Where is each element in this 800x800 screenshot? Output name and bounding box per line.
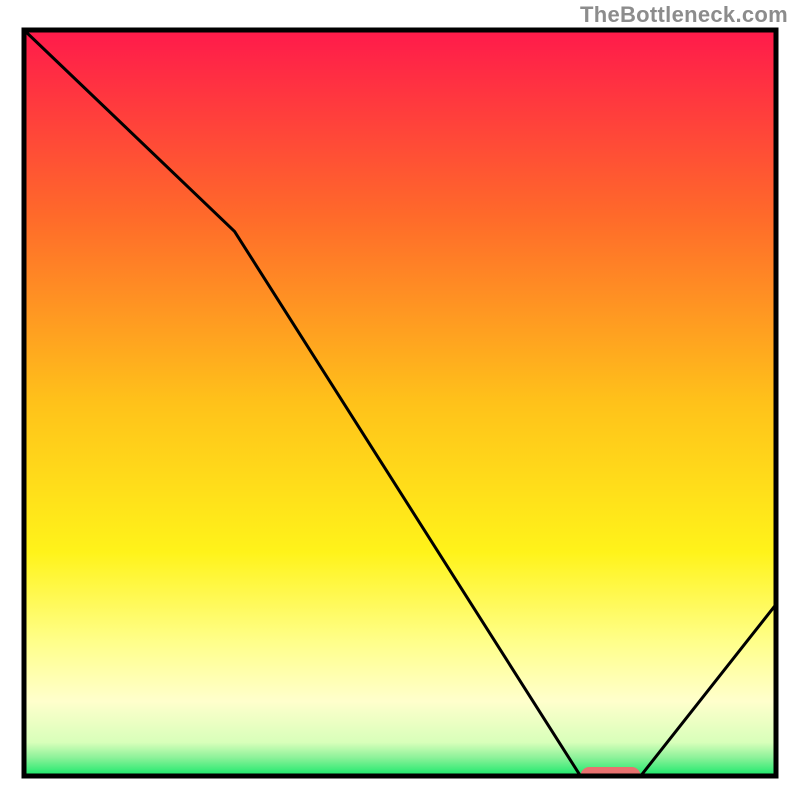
chart-container: TheBottleneck.com <box>0 0 800 800</box>
attribution-text: TheBottleneck.com <box>580 2 788 28</box>
plot-background <box>24 30 776 776</box>
bottleneck-chart <box>0 0 800 800</box>
